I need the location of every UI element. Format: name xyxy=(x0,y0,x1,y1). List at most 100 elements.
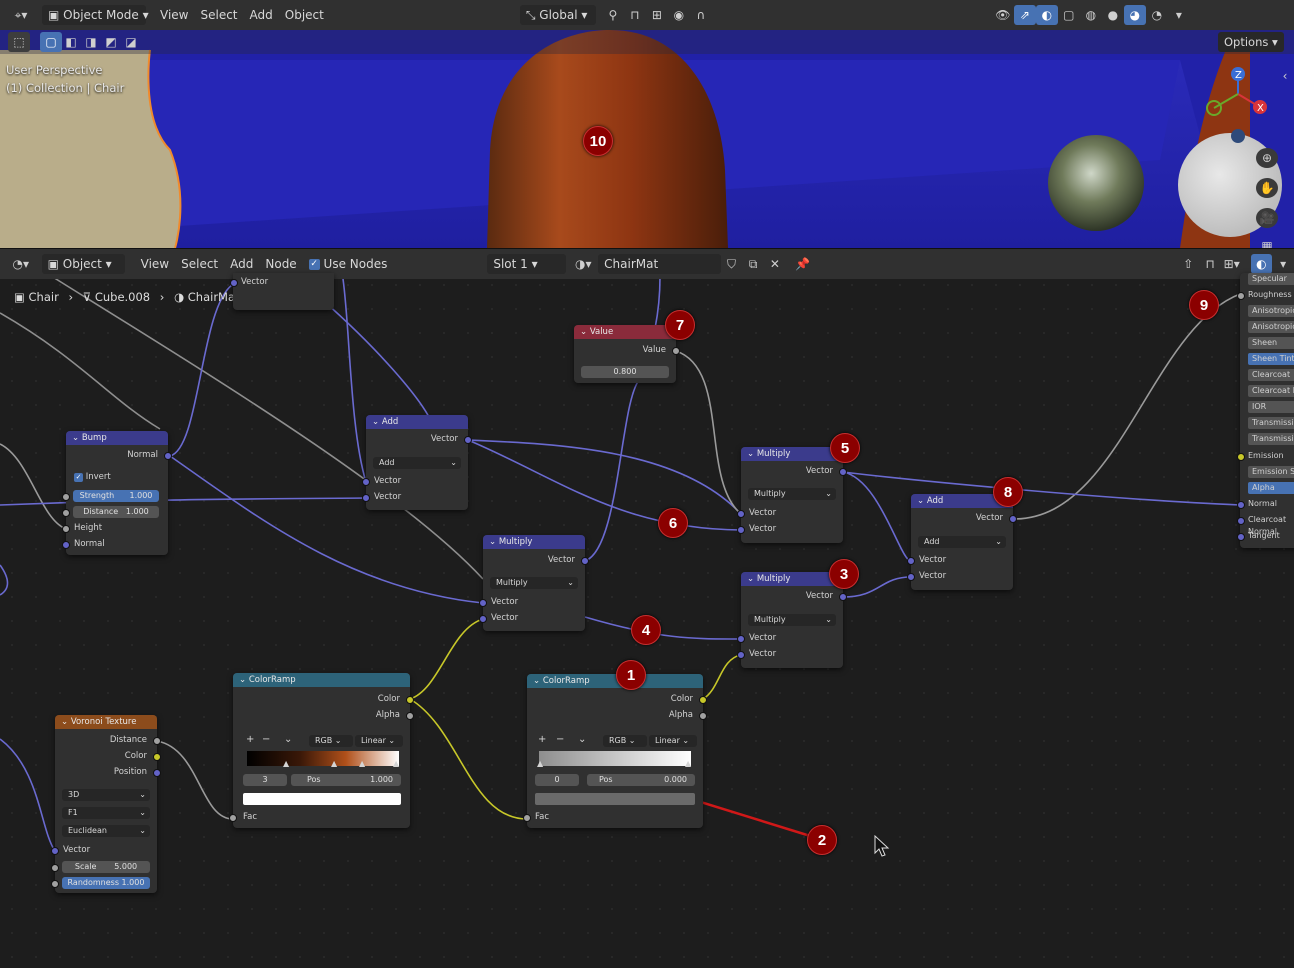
bsdf-input[interactable]: Clearcoat xyxy=(1248,369,1294,381)
node-header[interactable]: ⌄ ColorRamp xyxy=(527,674,703,688)
bsdf-input[interactable]: Emission xyxy=(1248,450,1284,462)
zoom-icon[interactable]: ⊕ xyxy=(1256,148,1278,168)
fake-user-shield-icon[interactable]: ⛉ xyxy=(721,254,743,274)
output-socket[interactable] xyxy=(581,557,589,565)
sidebar-toggle-icon[interactable]: ‹ xyxy=(1278,66,1292,86)
use-nodes-toggle[interactable]: ✓ Use Nodes xyxy=(303,254,394,274)
interpolation-dropdown[interactable]: Linear ⌄ xyxy=(649,735,697,747)
options-dropdown[interactable]: Options ▾ xyxy=(1218,32,1284,52)
node-vector-multiply[interactable]: ⌄ Multiply Vector Multiply ⌄ Vector Vecto… xyxy=(737,447,847,543)
output-socket-distance[interactable] xyxy=(153,737,161,745)
node-vector-multiply[interactable]: ⌄ Multiply Vector Multiply ⌄ Vector Vecto… xyxy=(479,535,589,631)
input-socket-randomness[interactable] xyxy=(51,880,59,888)
node-header[interactable]: ⌄ Multiply xyxy=(741,447,843,461)
bsdf-socket-tangent[interactable] xyxy=(1237,533,1245,541)
operation-dropdown[interactable]: Multiply ⌄ xyxy=(490,577,578,589)
node-overlay-icon[interactable]: ◐ xyxy=(1250,254,1273,274)
node-colorramp[interactable]: ⌄ ColorRamp Color Alpha + − ⌄ RGB ⌄ Line… xyxy=(523,674,707,828)
node-fragment-top[interactable]: Vector xyxy=(230,273,334,310)
input-socket[interactable] xyxy=(737,651,745,659)
visibility-icon[interactable]: 👁 xyxy=(992,5,1014,25)
scale-field[interactable]: Scale 5.000 xyxy=(62,861,150,873)
select-invert-icon[interactable]: ◩ xyxy=(100,32,122,52)
node-editor-type-icon[interactable]: ◔▾ xyxy=(6,254,36,274)
pivot-icon[interactable]: ⚲ xyxy=(602,5,624,25)
stop-index-field[interactable]: 3 xyxy=(243,774,287,786)
select-subtract-icon[interactable]: ◨ xyxy=(80,32,102,52)
xray-icon[interactable]: ▢ xyxy=(1058,5,1080,25)
operation-dropdown[interactable]: Add ⌄ xyxy=(373,457,461,469)
select-extend-icon[interactable]: ◧ xyxy=(60,32,82,52)
node-colorramp[interactable]: ⌄ ColorRamp Color Alpha + − ⌄ RGB ⌄ Line… xyxy=(229,673,414,828)
node-menu-add[interactable]: Add xyxy=(224,254,259,274)
bsdf-input[interactable]: Clearcoat Normal xyxy=(1248,514,1294,536)
stop-position-field[interactable]: Pos 0.000 xyxy=(587,774,695,786)
input-socket[interactable] xyxy=(907,557,915,565)
input-socket[interactable] xyxy=(737,635,745,643)
bsdf-input[interactable]: Specular xyxy=(1248,273,1294,285)
remove-stop-icon[interactable]: − xyxy=(556,734,564,745)
editor-type-icon[interactable]: ⌖▾ xyxy=(6,5,36,25)
node-header[interactable]: ⌄ Multiply xyxy=(483,535,585,549)
input-socket-distance[interactable] xyxy=(62,509,70,517)
randomness-field[interactable]: Randomness 1.000 xyxy=(62,877,150,889)
bsdf-input[interactable]: Tangent xyxy=(1248,530,1280,542)
shader-node-editor[interactable]: ◔▾ ▣ Object ▾ View Select Add Node ✓ Use… xyxy=(0,249,1294,968)
operation-dropdown[interactable]: Add ⌄ xyxy=(918,536,1006,548)
operation-dropdown[interactable]: Multiply ⌄ xyxy=(748,488,836,500)
output-socket[interactable] xyxy=(464,436,472,444)
bsdf-input[interactable]: Roughness xyxy=(1248,289,1292,301)
node-header[interactable]: ⌄ Add xyxy=(366,415,468,429)
input-socket[interactable] xyxy=(230,279,238,287)
node-vector-multiply[interactable]: ⌄ Multiply Vector Multiply ⌄ Vector Vecto… xyxy=(737,572,847,668)
bsdf-input[interactable]: Sheen Tint xyxy=(1248,353,1294,365)
select-intersect-icon[interactable]: ◪ xyxy=(120,32,142,52)
input-socket-strength[interactable] xyxy=(62,493,70,501)
node-header[interactable]: ⌄ Value xyxy=(574,325,676,339)
ramp-menu-icon[interactable]: ⌄ xyxy=(284,734,292,745)
wireframe-shading-icon[interactable]: ◍ xyxy=(1080,5,1102,25)
proportional-edit-icon[interactable]: ◉ xyxy=(668,5,690,25)
unlink-material-icon[interactable]: ✕ xyxy=(764,254,786,274)
node-menu-node[interactable]: Node xyxy=(259,254,302,274)
menu-add[interactable]: Add xyxy=(244,5,279,25)
duplicate-material-icon[interactable]: ⧉ xyxy=(742,254,764,274)
output-socket-alpha[interactable] xyxy=(406,712,414,720)
input-socket[interactable] xyxy=(362,494,370,502)
pan-hand-icon[interactable]: ✋ xyxy=(1256,178,1278,198)
ramp-stop[interactable]: ▲ xyxy=(331,759,337,768)
bsdf-socket-clearcoat-normal[interactable] xyxy=(1237,517,1245,525)
value-field[interactable]: 0.800 xyxy=(581,366,669,378)
input-socket[interactable] xyxy=(907,573,915,581)
input-socket-vector[interactable] xyxy=(51,847,59,855)
input-socket-fac[interactable] xyxy=(229,814,237,822)
menu-select[interactable]: Select xyxy=(194,5,243,25)
node-header[interactable]: ⌄ Voronoi Texture xyxy=(55,715,157,729)
rendered-shading-icon[interactable]: ◔ xyxy=(1146,5,1168,25)
ramp-stop[interactable]: ▲ xyxy=(685,759,691,768)
material-name-field[interactable]: ChairMat xyxy=(598,254,721,274)
color-ramp-gradient[interactable] xyxy=(247,751,399,766)
color-mode-dropdown[interactable]: RGB ⌄ xyxy=(309,735,353,747)
camera-view-icon[interactable]: 🎥 xyxy=(1256,208,1278,228)
input-socket[interactable] xyxy=(362,478,370,486)
transform-orientation-dropdown[interactable]: ⤡ Global ▾ xyxy=(519,5,596,25)
material-browse-icon[interactable]: ◑▾ xyxy=(572,254,594,274)
node-value[interactable]: ⌄ Value Value 0.800 xyxy=(574,325,680,383)
menu-view[interactable]: View xyxy=(154,5,194,25)
output-socket-position[interactable] xyxy=(153,769,161,777)
snap-node-icon[interactable]: ⊓ xyxy=(1199,254,1221,274)
ramp-stop[interactable]: ▲ xyxy=(283,759,289,768)
snap-element-icon[interactable]: ⊞▾ xyxy=(1221,254,1243,274)
color-ramp-gradient[interactable] xyxy=(539,751,691,766)
input-socket[interactable] xyxy=(737,526,745,534)
bsdf-input[interactable]: Anisotropic Rotation xyxy=(1248,321,1294,333)
node-vector-add[interactable]: ⌄ Add Vector Add ⌄ Vector Vector xyxy=(907,494,1017,590)
select-new-icon[interactable]: ▢ xyxy=(40,32,62,52)
output-socket[interactable] xyxy=(672,347,680,355)
ramp-menu-icon[interactable]: ⌄ xyxy=(578,734,586,745)
bsdf-input[interactable]: Clearcoat Roughness xyxy=(1248,385,1294,397)
bsdf-input[interactable]: Transmission Roughness xyxy=(1248,433,1294,445)
input-socket-normal[interactable] xyxy=(62,541,70,549)
interpolation-dropdown[interactable]: Linear ⌄ xyxy=(355,735,403,747)
